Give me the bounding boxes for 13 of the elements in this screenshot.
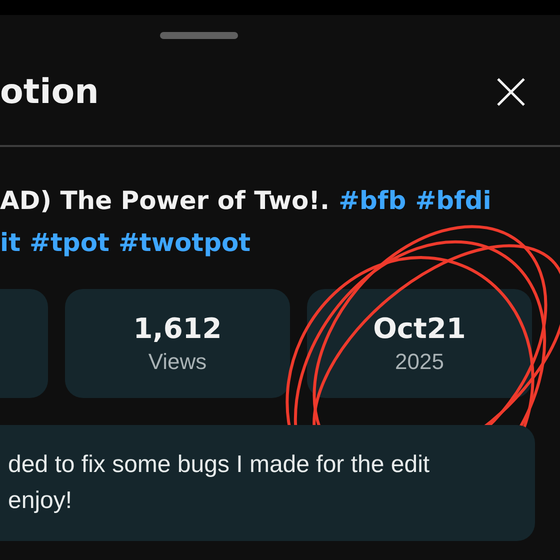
sheet-title: otion (0, 75, 99, 109)
stat-value: Oct21 (373, 310, 466, 346)
hashtag-link[interactable]: #bfdi (415, 181, 492, 221)
close-icon[interactable] (496, 77, 526, 107)
stat-label: 2025 (395, 348, 444, 376)
hashtag-link[interactable]: #twotpot (118, 223, 251, 263)
hashtag-link[interactable]: #bfb (338, 181, 406, 221)
hashtag-link[interactable]: it (0, 223, 21, 263)
drag-handle[interactable] (160, 32, 238, 39)
stat-label: Views (148, 348, 207, 376)
video-title: AD) The Power of Two!. (0, 185, 330, 217)
stat-value: 1,612 (133, 310, 222, 346)
hashtag-link[interactable]: #tpot (30, 223, 110, 263)
